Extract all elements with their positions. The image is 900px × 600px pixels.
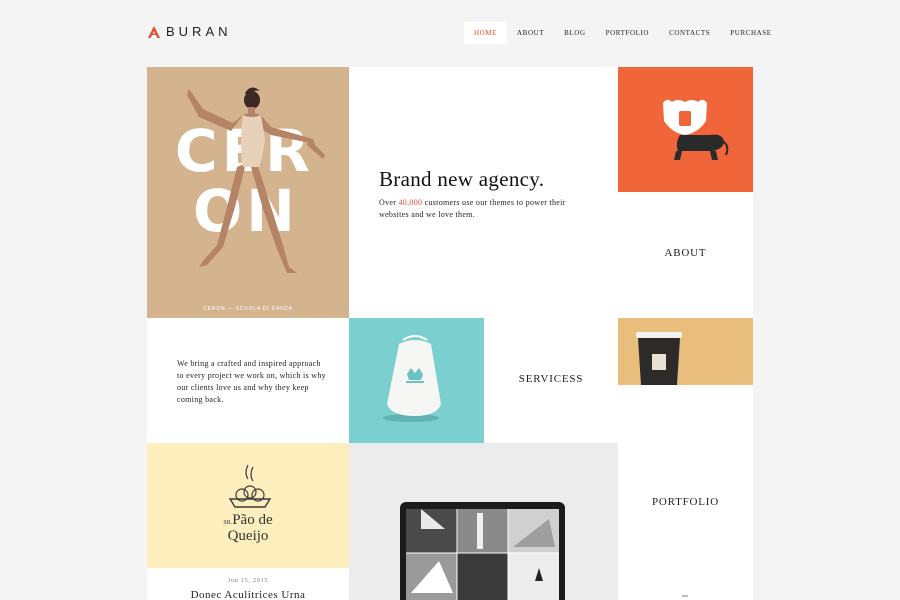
bread-basket-icon: [228, 464, 272, 508]
blog-post-tile[interactable]: Jun 15, 2015 Donec Aculitrices Urna: [147, 568, 349, 600]
logo[interactable]: BURAN: [147, 24, 232, 39]
dancer-figure: [187, 87, 325, 273]
portfolio-tile[interactable]: PORTFOLIO: [618, 443, 753, 600]
nav-portfolio[interactable]: PORTFOLIO: [596, 22, 659, 44]
coffee-tile[interactable]: [618, 318, 753, 385]
pao-prefix: SR.: [223, 520, 233, 526]
about-label: ABOUT: [664, 247, 707, 259]
laptop-icon: [400, 502, 565, 600]
customer-count: 40,000: [398, 198, 423, 207]
hero-text-before: Over: [379, 198, 399, 207]
lion-tile[interactable]: [618, 67, 753, 192]
nav-blog[interactable]: BLOG: [554, 22, 595, 44]
portfolio-label: PORTFOLIO: [651, 496, 720, 508]
nav-purchase[interactable]: PURCHASE: [720, 22, 781, 44]
bag-tile[interactable]: [349, 318, 484, 443]
services-tile[interactable]: SERVICESS: [484, 318, 618, 443]
nav-about[interactable]: ABOUT: [507, 22, 554, 44]
ceron-tile[interactable]: CER ON CERON — SCUOLA DI DANZA: [147, 67, 349, 318]
scroll-indicator: [682, 595, 688, 597]
logo-text: BURAN: [166, 24, 232, 39]
intro-text: We bring a crafted and inspired approach…: [177, 359, 326, 404]
nav-contacts[interactable]: CONTACTS: [659, 22, 720, 44]
hero-tile: Brand new agency. Over 40,000 customers …: [349, 67, 618, 318]
logo-icon: [148, 25, 160, 38]
services-label: SERVICESS: [518, 373, 584, 385]
pao-tile[interactable]: SR.Pão de Queijo: [147, 443, 349, 568]
lion-icon: [663, 99, 729, 160]
hero-title: Brand new agency.: [379, 167, 545, 191]
pao-line2: Queijo: [227, 528, 269, 544]
tote-bag-icon: [383, 335, 441, 422]
post-title[interactable]: Donec Aculitrices Urna: [147, 589, 349, 600]
about-tile[interactable]: ABOUT: [618, 192, 753, 318]
nav-home[interactable]: HOME: [464, 22, 508, 44]
hero-text: Over 40,000 customers use our themes to …: [379, 197, 579, 221]
coffee-cup-icon: [636, 332, 682, 385]
site-header: BURAN HOME ABOUT BLOG PORTFOLIO CONTACTS…: [0, 0, 900, 67]
ceron-caption: CERON — SCUOLA DI DANZA: [203, 306, 293, 312]
coffee-caption-tile: [618, 385, 753, 443]
laptop-tile[interactable]: [349, 443, 618, 600]
main-nav: HOME ABOUT BLOG PORTFOLIO CONTACTS PURCH…: [464, 22, 782, 44]
pao-line1-text: Pão de: [232, 512, 273, 528]
post-date: Jun 15, 2015: [227, 578, 269, 584]
intro-tile: We bring a crafted and inspired approach…: [147, 318, 349, 443]
